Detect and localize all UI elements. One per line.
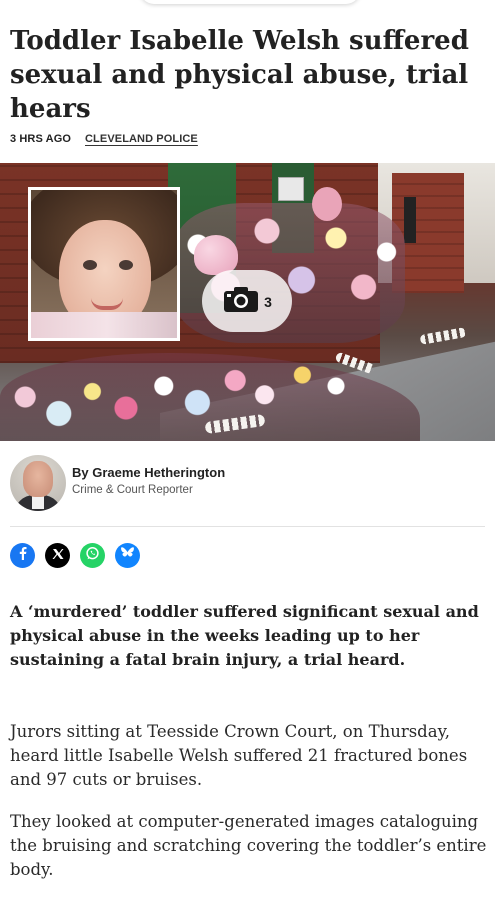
bluesky-icon xyxy=(120,546,135,565)
article-paragraph: They looked at computer-generated images… xyxy=(10,812,487,879)
category-link[interactable]: CLEVELAND POLICE xyxy=(85,133,198,145)
photo-gallery-button[interactable]: 3 xyxy=(202,270,292,332)
article-headline: Toddler Isabelle Welsh suffered sexual a… xyxy=(10,26,469,124)
avatar-collar xyxy=(32,495,44,509)
avatar-head xyxy=(23,461,53,497)
photo-count: 3 xyxy=(264,294,272,310)
balloon xyxy=(312,187,342,221)
share-bar xyxy=(10,543,140,568)
bluesky-share-button[interactable] xyxy=(115,543,140,568)
x-icon xyxy=(52,547,64,565)
author-name[interactable]: By Graeme Hetherington xyxy=(72,465,225,480)
author-avatar[interactable] xyxy=(10,455,66,511)
portrait-clothing xyxy=(31,312,177,338)
author-role: Crime & Court Reporter xyxy=(72,484,193,496)
window xyxy=(404,197,416,243)
candles xyxy=(419,327,467,345)
heart-balloon xyxy=(194,235,238,275)
portrait-eye xyxy=(83,260,97,270)
whatsapp-icon xyxy=(85,546,100,566)
article-lede: A ‘murdered’ toddler suffered significan… xyxy=(10,602,479,669)
facebook-share-button[interactable] xyxy=(10,543,35,568)
author-block: By Graeme Hetherington Crime & Court Rep… xyxy=(10,455,485,515)
facebook-icon xyxy=(16,546,30,565)
whatsapp-share-button[interactable] xyxy=(80,543,105,568)
portrait-eye xyxy=(119,260,133,270)
top-bar-handle xyxy=(140,0,360,4)
publish-time: 3 HRS AGO xyxy=(10,133,72,145)
camera-icon xyxy=(222,284,260,319)
toddler-portrait-inset xyxy=(28,187,180,341)
x-share-button[interactable] xyxy=(45,543,70,568)
author-info: By Graeme Hetherington Crime & Court Rep… xyxy=(72,465,225,496)
article-paragraph: Jurors sitting at Teesside Crown Court, … xyxy=(10,722,468,789)
door-sign xyxy=(278,177,304,201)
divider xyxy=(10,526,485,527)
article-meta: 3 HRS AGO CLEVELAND POLICE xyxy=(10,133,198,145)
